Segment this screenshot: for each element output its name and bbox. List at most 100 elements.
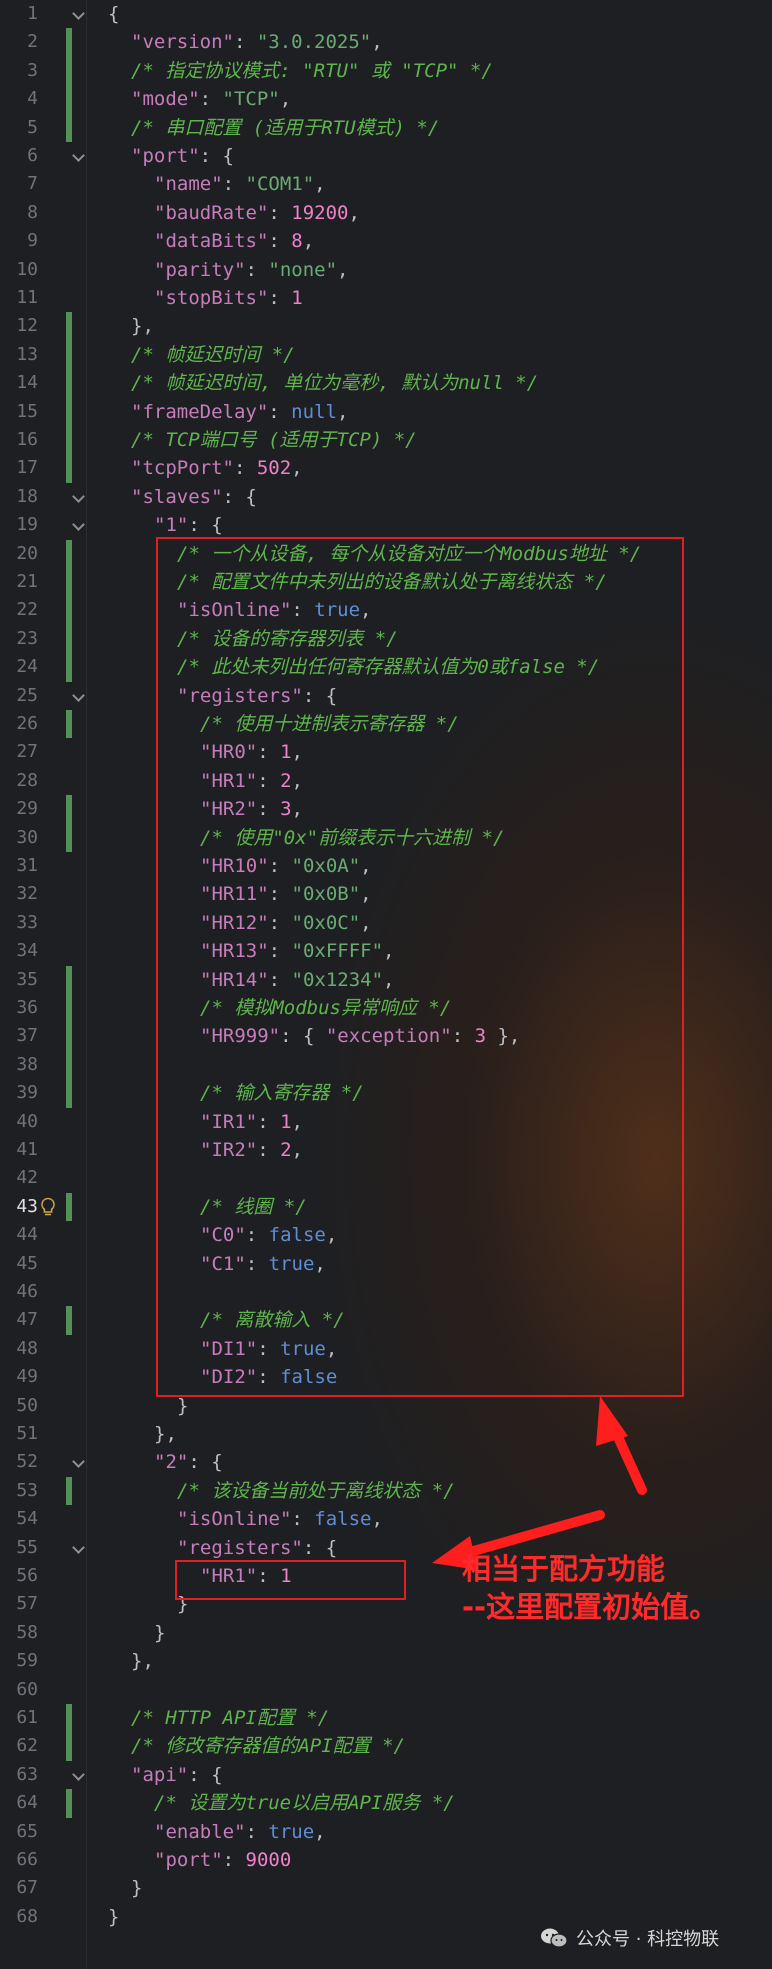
code-line[interactable]: 14 /* 帧延迟时间, 单位为毫秒, 默认为null */: [0, 369, 772, 398]
change-marker[interactable]: [66, 624, 72, 654]
change-marker[interactable]: [66, 710, 72, 739]
code-text: }: [131, 1874, 142, 1902]
code-line[interactable]: 51},: [0, 1420, 772, 1448]
fold-chevron-icon[interactable]: [72, 1455, 85, 1469]
code-line[interactable]: 5 /* 串口配置 (适用于RTU模式) */: [0, 113, 772, 142]
line-number: 51: [16, 1423, 38, 1444]
code-line[interactable]: 11 "stopBits": 1: [0, 284, 772, 312]
line-number: 43: [16, 1195, 38, 1217]
code-line[interactable]: 59},: [0, 1647, 772, 1675]
code-line[interactable]: 12},: [0, 312, 772, 341]
fold-chevron-icon[interactable]: [72, 149, 85, 162]
code-line[interactable]: 7 "name": "COM1",: [0, 170, 772, 198]
fold-chevron-icon[interactable]: [72, 1540, 85, 1554]
change-marker[interactable]: [66, 1079, 72, 1108]
change-marker[interactable]: [66, 312, 72, 341]
json-key: "mode": [131, 88, 200, 111]
fold-chevron-icon[interactable]: [72, 688, 85, 702]
change-marker[interactable]: [66, 1192, 72, 1222]
punctuation: {: [108, 3, 120, 25]
code-line[interactable]: 9 "dataBits": 8,: [0, 227, 772, 255]
code-line[interactable]: 3 /* 指定协议模式: "RTU" 或 "TCP" */: [0, 56, 772, 86]
line-number: 14: [16, 372, 38, 394]
line-number: 22: [16, 599, 38, 621]
comment: /* 帧延迟时间 */: [131, 343, 295, 366]
line-number: 29: [16, 798, 38, 820]
lightbulb-icon[interactable]: [39, 1197, 57, 1217]
change-marker[interactable]: [66, 85, 72, 114]
code-line[interactable]: 66 "port": 9000: [0, 1846, 772, 1874]
fold-chevron-icon[interactable]: [72, 7, 85, 20]
change-marker[interactable]: [66, 454, 72, 483]
change-marker[interactable]: [66, 965, 72, 994]
code-line[interactable]: 60: [0, 1676, 772, 1704]
code-line[interactable]: 10 "parity": "none",: [0, 256, 772, 284]
line-number: 2: [27, 31, 38, 53]
fold-chevron-icon[interactable]: [72, 489, 85, 503]
line-number: 61: [16, 1707, 38, 1728]
code-text: /* TCP端口号 (适用于TCP) */: [131, 426, 417, 454]
json-key: "dataBits": [154, 230, 269, 253]
change-marker[interactable]: [66, 795, 72, 824]
code-line[interactable]: 19 "1": {: [0, 511, 772, 539]
code-line[interactable]: 8 "baudRate": 19200,: [0, 199, 772, 227]
change-marker[interactable]: [66, 596, 72, 625]
code-line[interactable]: 54 "isOnline": false,: [0, 1505, 772, 1533]
comment: /* 该设备当前处于离线状态 */: [177, 1479, 455, 1502]
line-number: 13: [16, 343, 38, 365]
line-number: 15: [16, 400, 38, 422]
json-key: "name": [154, 173, 223, 196]
watermark-text: 公众号 · 科控物联: [576, 1929, 720, 1950]
change-marker[interactable]: [66, 56, 72, 86]
change-marker[interactable]: [66, 568, 72, 597]
code-text: /* 修改寄存器值的API配置 */: [131, 1732, 405, 1760]
change-marker[interactable]: [66, 1476, 72, 1506]
code-line[interactable]: 18 "slaves": {: [0, 483, 772, 511]
change-marker[interactable]: [66, 340, 72, 370]
code-line[interactable]: 6 "port": {: [0, 142, 772, 170]
json-key: "api": [131, 1763, 189, 1786]
code-line[interactable]: 63 "api": {: [0, 1761, 772, 1789]
code-line[interactable]: 4 "mode": "TCP",: [0, 85, 772, 114]
fold-chevron-icon[interactable]: [72, 1767, 85, 1781]
code-line[interactable]: 17 "tcpPort": 502,: [0, 454, 772, 483]
code-line[interactable]: 2 "version": "3.0.2025",: [0, 28, 772, 57]
code-text: },: [131, 1647, 154, 1675]
code-line[interactable]: 15 "frameDelay": null,: [0, 397, 772, 426]
number-value: 9000: [245, 1849, 292, 1871]
change-marker[interactable]: [66, 994, 72, 1023]
code-line[interactable]: 62 /* 修改寄存器值的API配置 */: [0, 1732, 772, 1761]
change-marker[interactable]: [66, 28, 72, 57]
code-line[interactable]: 64 /* 设置为true以启用API服务 */: [0, 1789, 772, 1818]
change-marker[interactable]: [66, 539, 72, 568]
change-marker[interactable]: [66, 1789, 72, 1818]
change-marker[interactable]: [66, 113, 72, 142]
punctuation: }: [131, 1877, 143, 1900]
change-marker[interactable]: [66, 1050, 72, 1080]
change-marker[interactable]: [66, 426, 72, 455]
comment: /* 修改寄存器值的API配置 */: [131, 1735, 405, 1758]
string-value: "none": [268, 258, 338, 281]
change-marker[interactable]: [66, 1022, 72, 1051]
code-line[interactable]: 13 /* 帧延迟时间 */: [0, 340, 772, 370]
line-number: 20: [16, 542, 38, 564]
code-line[interactable]: 67}: [0, 1874, 772, 1902]
change-marker[interactable]: [66, 823, 72, 852]
change-marker[interactable]: [66, 1306, 72, 1335]
code-line[interactable]: 16 /* TCP端口号 (适用于TCP) */: [0, 426, 772, 455]
line-number: 53: [16, 1479, 38, 1501]
change-marker[interactable]: [66, 397, 72, 426]
change-marker[interactable]: [66, 1732, 72, 1761]
code-line[interactable]: 1{: [0, 0, 772, 28]
change-marker[interactable]: [66, 1704, 72, 1733]
change-marker[interactable]: [66, 653, 72, 682]
code-line[interactable]: 65 "enable": true,: [0, 1818, 772, 1846]
fold-chevron-icon[interactable]: [72, 518, 85, 532]
line-number: 41: [16, 1139, 38, 1160]
change-marker[interactable]: [66, 369, 72, 398]
code-line[interactable]: 52 "2": {: [0, 1448, 772, 1476]
code-line[interactable]: 61 /* HTTP API配置 */: [0, 1704, 772, 1733]
code-line[interactable]: 53 /* 该设备当前处于离线状态 */: [0, 1476, 772, 1506]
code-text: "frameDelay": null,: [131, 398, 348, 426]
line-number: 31: [16, 855, 38, 876]
